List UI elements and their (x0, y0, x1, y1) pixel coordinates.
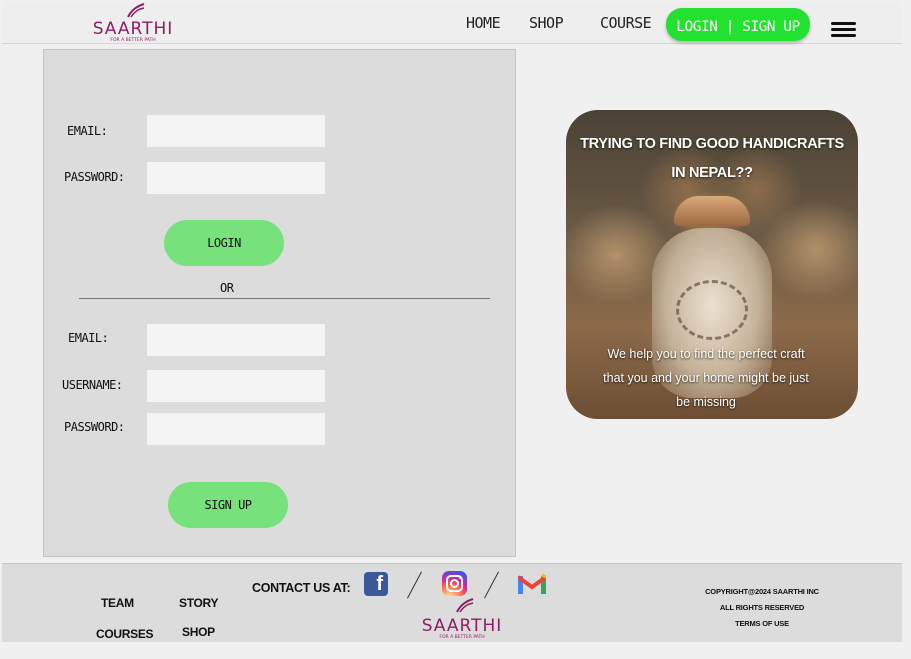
logo-swoosh-icon (127, 3, 145, 18)
saarthi-logo[interactable]: SAARTHI FOR A BETTER PATH (88, 2, 178, 44)
logo-wordmark: SAARTHI (421, 616, 503, 636)
navbar: SAARTHI FOR A BETTER PATH HOME SHOP COUR… (2, 2, 902, 44)
divider-line (79, 298, 490, 299)
copyright-text: COPYRIGHT@2024 SAARTHI INC (705, 587, 819, 596)
footer-story-link[interactable]: STORY (179, 596, 218, 610)
footer-team-link[interactable]: TEAM (101, 596, 134, 610)
logo-swoosh-icon (456, 598, 474, 613)
hamburger-menu-icon[interactable] (831, 22, 857, 42)
footer: TEAM STORY COURSES SHOP CONTACT US AT: f… (2, 563, 902, 642)
auth-form-panel: EMAIL: PASSWORD: LOGIN OR EMAIL: USERNAM… (43, 49, 516, 557)
signup-button[interactable]: SIGN UP (168, 482, 288, 528)
instagram-icon[interactable] (442, 571, 467, 596)
rights-text: ALL RIGHTS RESERVED (719, 603, 805, 612)
signup-email-label: EMAIL: (68, 331, 109, 345)
login-email-label: EMAIL: (67, 124, 108, 138)
nav-shop-link[interactable]: SHOP (529, 14, 564, 32)
promo-description: We help you to find the perfect craft th… (603, 347, 809, 409)
login-signup-button[interactable]: LOGIN | SIGN UP (666, 8, 810, 41)
or-separator: OR (220, 281, 234, 295)
terms-of-use-link[interactable]: TERMS OF USE (692, 619, 832, 628)
login-email-input[interactable] (147, 115, 325, 147)
signup-username-label: USERNAME: (62, 378, 123, 392)
jar-lid-image (674, 196, 750, 226)
logo-tagline: FOR A BETTER PATH (439, 635, 485, 640)
signup-password-label: PASSWORD: (64, 420, 125, 434)
contact-label: CONTACT US AT: (252, 581, 351, 595)
signup-username-input[interactable] (147, 370, 325, 402)
gmail-icon[interactable] (518, 574, 546, 594)
logo-tagline: FOR A BETTER PATH (110, 38, 156, 43)
logo-wordmark: SAARTHI (92, 19, 174, 39)
signup-password-input[interactable] (147, 413, 325, 445)
login-password-label: PASSWORD: (64, 170, 125, 184)
footer-courses-link[interactable]: COURSES (96, 627, 154, 641)
divider-slash (407, 571, 422, 599)
login-button[interactable]: LOGIN (164, 220, 284, 266)
footer-shop-link[interactable]: SHOP (182, 625, 215, 639)
login-password-input[interactable] (147, 162, 325, 194)
promo-title: TRYING TO FIND GOOD HANDICRAFTS IN NEPAL… (580, 136, 844, 181)
footer-saarthi-logo[interactable]: SAARTHI FOR A BETTER PATH (416, 598, 508, 642)
nav-course-link[interactable]: COURSE (600, 14, 652, 32)
nav-home-link[interactable]: HOME (466, 14, 501, 32)
promo-card: TRYING TO FIND GOOD HANDICRAFTS IN NEPAL… (566, 110, 858, 419)
facebook-icon[interactable]: f (364, 572, 388, 596)
signup-email-input[interactable] (147, 324, 325, 356)
jar-pattern-image (676, 280, 748, 340)
divider-slash (484, 571, 499, 599)
